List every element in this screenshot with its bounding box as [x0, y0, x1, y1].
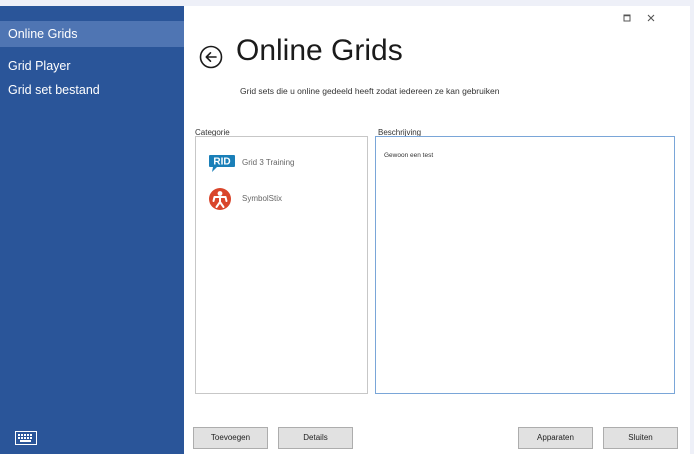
symbolstix-logo-icon: [208, 187, 232, 211]
category-name: SymbolStix: [242, 194, 283, 203]
description-text: Gewoon een test: [384, 152, 434, 159]
category-list[interactable]: RID Grid 3 Training SymbolStix: [195, 136, 368, 394]
sidebar-item-online-grids[interactable]: Online Grids: [0, 21, 184, 47]
add-button[interactable]: Toevoegen: [193, 427, 268, 449]
sidebar-item-grid-player[interactable]: Grid Player: [0, 53, 184, 79]
page-subtitle: Grid sets die u online gedeeld heeft zod…: [240, 86, 500, 96]
sidebar: Online Grids Grid Player Grid set bestan…: [0, 6, 184, 454]
list-item[interactable]: RID Grid 3 Training: [196, 148, 367, 178]
keyboard-icon[interactable]: [15, 431, 37, 445]
app-window: Online Grids Grid Player Grid set bestan…: [0, 6, 690, 454]
grid-logo-icon: RID: [208, 151, 235, 175]
sidebar-item-grid-set-file[interactable]: Grid set bestand: [0, 77, 184, 103]
devices-button[interactable]: Apparaten: [518, 427, 593, 449]
description-box[interactable]: Gewoon een test: [375, 136, 675, 394]
category-name: Grid 3 Training: [242, 158, 295, 167]
back-arrow-circle-icon[interactable]: [199, 45, 223, 69]
svg-text:RID: RID: [213, 157, 230, 168]
details-button[interactable]: Details: [278, 427, 353, 449]
maximize-icon[interactable]: [621, 11, 633, 23]
list-item[interactable]: SymbolStix: [196, 184, 367, 214]
close-icon[interactable]: [645, 11, 657, 23]
close-button[interactable]: Sluiten: [603, 427, 678, 449]
page-title: Online Grids: [236, 34, 403, 67]
